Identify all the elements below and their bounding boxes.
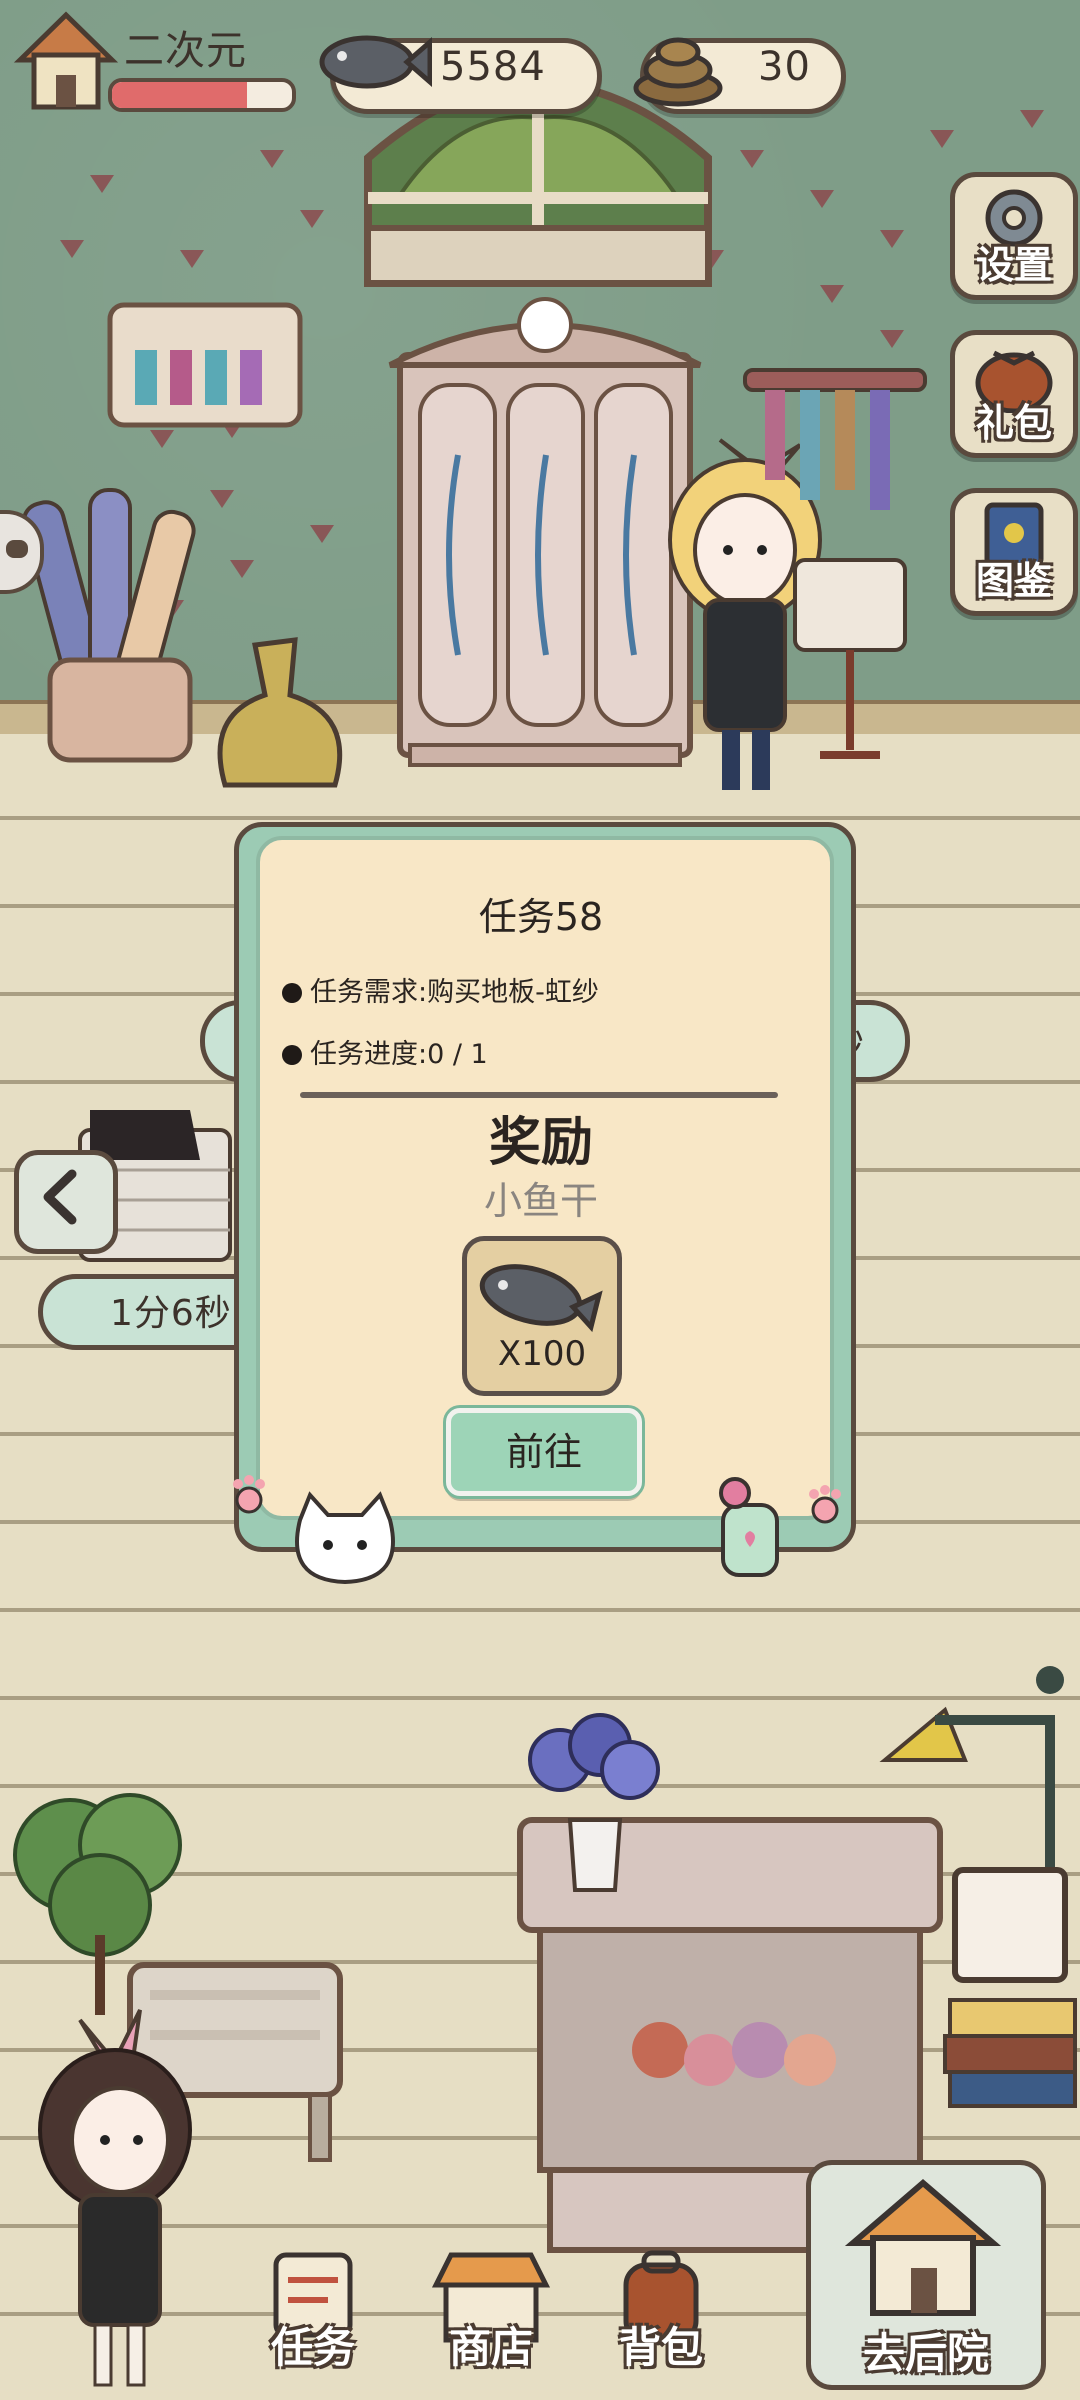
house-icon [844,2179,1002,2316]
settings-button[interactable]: 设置 [950,172,1078,300]
backyard-nav-button[interactable]: 去后院 [806,2160,1046,2390]
wall-triangle [1020,110,1044,128]
gift-pack-label: 礼包 [975,401,1052,445]
player-character [38,2009,192,2387]
tasks-nav-label: 任务 [270,2323,355,2372]
wall-triangle [180,250,204,268]
health-bar-fill [112,82,247,108]
wall-triangle [880,330,904,348]
goto-button[interactable]: 前往 [446,1408,642,1496]
catalog-label: 图鉴 [975,559,1052,603]
wall-triangle [880,230,904,248]
cat-decoration-icon [295,1491,395,1585]
gift-pack-button[interactable]: 礼包 [950,330,1078,458]
shop-nav-button[interactable]: 商店 [431,2252,551,2375]
tasks-nav-button[interactable]: 任务 [258,2252,368,2375]
books-stack [943,1867,1077,2108]
wall-triangle [810,190,834,208]
wall-triangle [90,175,114,193]
wall-triangle [230,560,254,578]
wall-triangle [930,130,954,148]
dried-fish-icon [479,1264,603,1333]
paw-icon [233,1475,265,1514]
chevron-left-icon [43,1169,77,1225]
home-icon[interactable] [10,5,122,117]
catalog-button[interactable]: 图鉴 [950,488,1078,616]
wall-triangle [310,525,334,543]
fish-count: 5584 [440,44,546,90]
thread-shelf [107,302,303,428]
health-bar [108,78,296,112]
task-title: 任务58 [478,895,604,939]
wall-triangle [740,150,764,168]
wall-triangle [300,210,324,228]
task-progress: 任务进度:0 / 1 [282,1032,488,1071]
wall-triangle [210,490,234,508]
poop-icon [633,37,723,107]
settings-label: 设置 [975,243,1052,287]
back-arrow-button[interactable] [14,1150,118,1254]
task-progress-text: 任务进度:0 / 1 [310,1039,488,1070]
flower-vase [528,1713,660,1892]
timer-text: 1分6秒 [110,1293,232,1334]
desk-lamp [879,1666,1064,1890]
bullet-icon [282,1045,302,1065]
wall-triangle [820,285,844,303]
chat-icon [6,540,28,558]
reward-heading: 奖励 [488,1113,593,1173]
bag-nav-label: 背包 [618,2323,703,2372]
reward-name: 小鱼干 [483,1179,598,1223]
poop-count: 30 [758,44,811,90]
fabric-basket [21,488,196,763]
sack [217,637,343,788]
fish-icon [319,35,432,89]
ribbon-rack [743,368,927,759]
milk-bottle-icon [719,1477,779,1577]
reward-quantity: X100 [497,1334,587,1374]
backyard-nav-label: 去后院 [862,2329,989,2378]
task-requirement: 任务需求:购买地板-虹纱 [282,970,599,1009]
paw-icon [809,1485,841,1524]
player-name: 二次元 [124,28,247,74]
wall-triangle [60,240,84,258]
bullet-icon [282,983,302,1003]
wall-triangle [260,150,284,168]
shop-nav-label: 商店 [448,2323,533,2372]
bag-nav-button[interactable]: 背包 [606,2250,716,2375]
modal-divider [300,1092,778,1098]
task-requirement-text: 任务需求:购买地板-虹纱 [310,977,599,1008]
